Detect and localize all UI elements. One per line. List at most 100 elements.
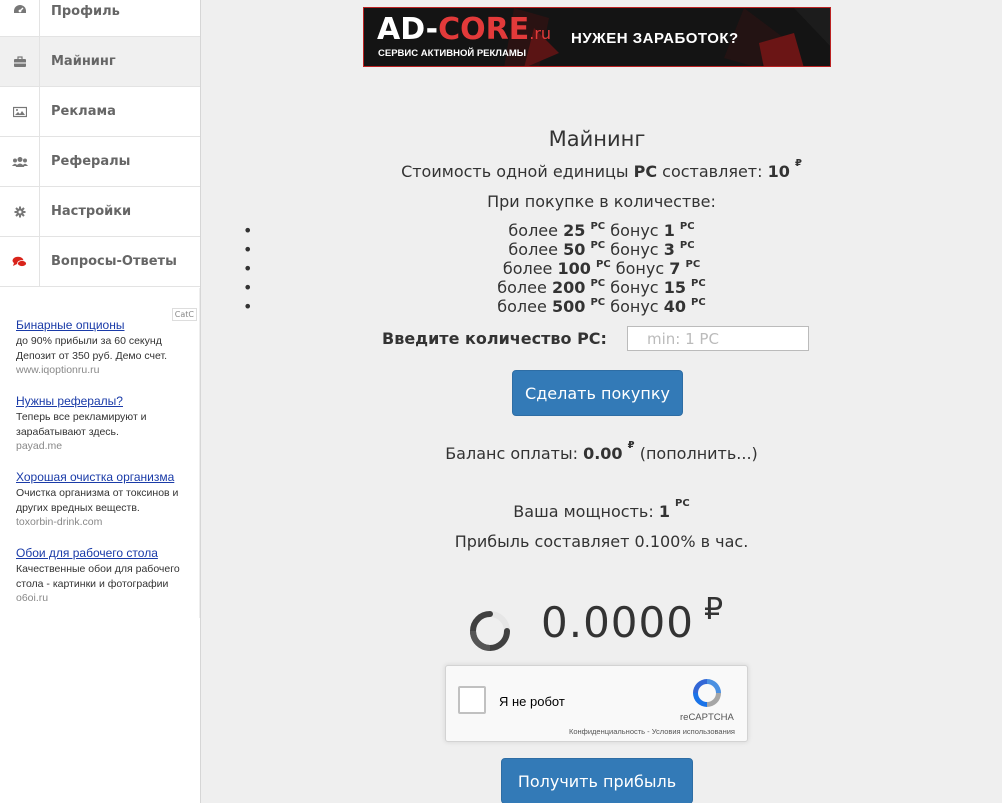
tier-more: более — [497, 297, 547, 316]
tier-unit: PC — [679, 221, 695, 232]
ad-block: Обои для рабочего стола Качественные обо… — [16, 546, 196, 604]
list-item: • более 500 PC бонус 40 PC — [243, 297, 706, 316]
banner-logo-tld: .ru — [529, 24, 552, 43]
tier-bonus-label: бонус — [610, 221, 659, 240]
cost-value: 10 — [767, 162, 790, 181]
sidebar-item-faq[interactable]: Вопросы-Ответы — [0, 237, 200, 287]
quantity-label: Введите количество PC: — [382, 329, 607, 348]
recaptcha-brand: reCAPTCHA — [680, 712, 734, 723]
ad-title-link[interactable]: Бинарные опционы — [16, 318, 196, 332]
power-unit: PC — [675, 498, 690, 509]
balance-value: 0.00 — [583, 444, 623, 463]
ad-text: Очистка организма от токсинов и — [16, 487, 179, 499]
power-line: Ваша мощность: 1 PC — [201, 498, 1002, 521]
tier-bonus: 15 — [663, 278, 686, 297]
tier-unit: PC — [590, 221, 606, 232]
list-item: • более 50 PC бонус 3 PC — [243, 240, 695, 259]
ad-text: стола - картинки и фотографии — [16, 578, 169, 590]
image-icon — [0, 87, 40, 136]
tier-more: более — [497, 278, 547, 297]
sidebar-item-label: Вопросы-Ответы — [51, 254, 177, 269]
ad-url: o6oi.ru — [16, 592, 49, 604]
ad-block: Нужны рефералы? Теперь все рекламируют и… — [16, 394, 196, 452]
ad-text: Качественные обои для рабочего — [16, 563, 180, 575]
balance-line: Баланс оплаты: 0.00 ₽ (пополнить...) — [201, 440, 1002, 463]
purchase-intro: При покупке в количестве: — [487, 192, 716, 211]
ad-url: toxorbin-drink.com — [16, 516, 103, 528]
ad-text: других вредных веществ. — [16, 502, 140, 514]
ad-text: зарабатывают здесь. — [16, 426, 119, 438]
banner-logo-accent: CORE — [438, 12, 530, 47]
sidebar-item-label: Рефералы — [51, 154, 131, 169]
accumulated-profit: 0.0000 ₽ — [541, 592, 724, 647]
ad-block: Хорошая очистка организма Очистка органи… — [16, 470, 196, 528]
recaptcha-widget: Я не робот reCAPTCHA Конфиденциальность … — [445, 665, 748, 742]
ad-url: payad.me — [16, 440, 63, 452]
top-up-link[interactable]: (пополнить...) — [640, 444, 758, 463]
cost-prefix: Стоимость одной единицы — [401, 162, 629, 181]
tier-bonus-label: бонус — [610, 278, 659, 297]
loading-spinner-icon — [470, 611, 510, 651]
tier-more: более — [508, 240, 558, 259]
quantity-input[interactable] — [627, 326, 809, 351]
users-icon — [0, 137, 40, 186]
ad-block: Бинарные опционы до 90% прибыли за 60 се… — [16, 318, 196, 376]
tier-min: 500 — [551, 297, 586, 316]
sidebar-item-label: Реклама — [51, 104, 116, 119]
sidebar-item-profile[interactable]: Профиль — [0, 0, 200, 37]
tier-more: более — [508, 221, 558, 240]
recaptcha-label: Я не робот — [499, 694, 565, 709]
tier-bonus-label: бонус — [615, 259, 665, 278]
list-item: • более 25 PC бонус 1 PC — [243, 221, 695, 240]
ad-text: Теперь все рекламируют и — [16, 411, 147, 423]
recaptcha-checkbox[interactable] — [458, 686, 486, 714]
tier-unit: PC — [691, 297, 706, 308]
banner-logo: AD-CORE.ru — [377, 13, 551, 51]
power-label: Ваша мощность: — [513, 502, 654, 521]
ad-title-link[interactable]: Нужны рефералы? — [16, 394, 196, 408]
sidebar-item-ads[interactable]: Реклама — [0, 87, 200, 137]
sidebar-item-label: Настройки — [51, 204, 132, 219]
unit-cost-line: Стоимость одной единицы PC составляет: 1… — [201, 158, 1002, 181]
accumulated-value: 0.0000 — [541, 598, 694, 647]
recaptcha-links[interactable]: Конфиденциальность - Условия использован… — [569, 727, 735, 736]
tier-bonus: 3 — [663, 240, 675, 259]
tier-unit: PC — [685, 259, 701, 270]
sidebar-item-referrals[interactable]: Рефералы — [0, 137, 200, 187]
sidebar-item-settings[interactable]: Настройки — [0, 187, 200, 237]
bonus-tier-list: • более 25 PC бонус 1 PC • более 50 PC бон… — [201, 221, 1002, 316]
gear-icon — [0, 187, 40, 236]
page-title: Майнинг — [548, 127, 646, 151]
list-item: • более 200 PC бонус 15 PC — [243, 278, 706, 297]
tier-bonus: 7 — [669, 259, 681, 278]
sidebar-item-label: Профиль — [51, 4, 120, 19]
briefcase-icon — [0, 37, 40, 86]
ad-text: Депозит от 350 руб. Демо счет. — [16, 350, 168, 362]
balance-label: Баланс оплаты: — [445, 444, 578, 463]
get-profit-button[interactable]: Получить прибыль — [501, 758, 693, 803]
power-value: 1 — [658, 502, 670, 521]
tier-bonus: 40 — [663, 297, 686, 316]
banner-logo-main: AD- — [377, 12, 439, 47]
sidebar-ads: CatC Бинарные опционы до 90% прибыли за … — [0, 288, 200, 618]
ad-title-link[interactable]: Обои для рабочего стола — [16, 546, 196, 560]
currency-sign: ₽ — [627, 440, 635, 451]
tier-min: 200 — [551, 278, 586, 297]
tier-bonus-label: бонус — [610, 297, 659, 316]
profit-rate: Прибыль составляет 0.100% в час. — [454, 532, 749, 551]
sidebar-item-mining[interactable]: Майнинг — [0, 37, 200, 87]
tier-more: более — [502, 259, 553, 278]
tier-unit: PC — [596, 259, 611, 270]
ad-url: www.iqoptionru.ru — [16, 364, 100, 376]
tier-min: 100 — [557, 259, 591, 278]
tier-min: 50 — [563, 240, 586, 259]
tier-unit: PC — [590, 278, 606, 289]
chat-icon — [0, 237, 40, 286]
ad-banner[interactable]: AD-CORE.ru СЕРВИС АКТИВНОЙ РЕКЛАМЫ НУЖЕН… — [363, 7, 831, 67]
ad-title-link[interactable]: Хорошая очистка организма — [16, 470, 196, 484]
list-item: • более 100 PC бонус 7 PC — [243, 259, 701, 278]
buy-button[interactable]: Сделать покупку — [512, 370, 683, 416]
tier-unit: PC — [590, 240, 606, 251]
recaptcha-logo-icon — [693, 679, 721, 707]
currency-sign: ₽ — [794, 158, 802, 169]
